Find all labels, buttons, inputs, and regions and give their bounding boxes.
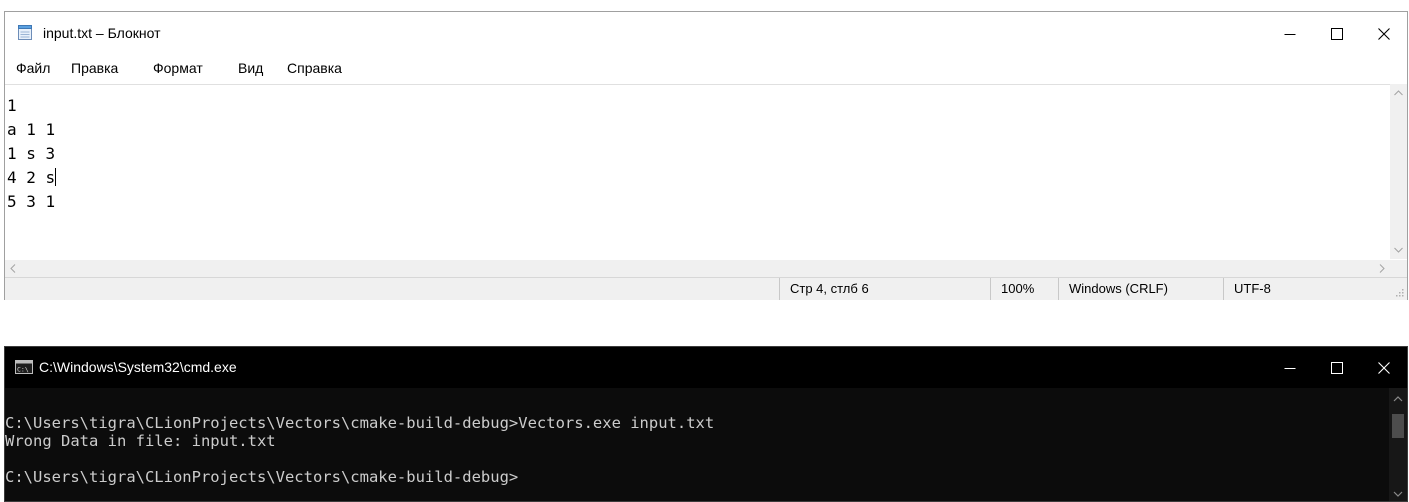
notepad-title: input.txt – Блокнот [43,25,161,41]
scrollbar-corner [1390,260,1407,277]
maximize-icon [1330,361,1343,374]
menu-help[interactable]: Справка [287,60,342,76]
text-line-2: a 1 1 [7,120,56,139]
notepad-maximize-button[interactable] [1313,12,1360,55]
notepad-window: input.txt – Блокнот Файл Правка Формат В… [4,11,1408,300]
text-line-5: 5 3 1 [7,192,56,211]
cmd-scroll-thumb[interactable] [1392,414,1404,438]
menu-file[interactable]: Файл [16,60,50,76]
console-line-2: Wrong Data in file: input.txt [5,432,276,450]
text-line-1: 1 [7,96,17,115]
scroll-down-arrow-icon[interactable] [1394,247,1403,253]
status-line-ending: Windows (CRLF) [1058,278,1223,300]
console-line-4: C:\Users\tigra\CLionProjects\Vectors\cma… [5,468,519,486]
notepad-menu-bar: Файл Правка Формат Вид Справка [5,56,1407,82]
cmd-minimize-button[interactable] [1266,347,1313,388]
notepad-text-area[interactable]: 1 a 1 1 1 s 3 4 2 s 5 3 1 [5,84,1407,260]
text-line-3: 1 s 3 [7,144,56,163]
resize-grip-icon[interactable] [1394,287,1404,297]
scroll-down-arrow-icon[interactable] [1393,491,1403,497]
close-icon [1377,361,1390,374]
cmd-title-bar[interactable]: C:\ C:\Windows\System32\cmd.exe [5,347,1407,388]
minimize-icon [1284,33,1295,35]
notepad-status-bar: Стр 4, стлб 6 100% Windows (CRLF) UTF-8 [5,277,1407,300]
menu-format[interactable]: Формат [153,60,203,76]
maximize-icon [1330,27,1343,40]
svg-text:C:\: C:\ [17,366,29,374]
notepad-close-button[interactable] [1360,12,1407,55]
scroll-right-arrow-icon[interactable] [1379,264,1385,273]
cmd-icon: C:\ [15,360,33,374]
minimize-icon [1284,367,1295,369]
cmd-console-output[interactable]: C:\Users\tigra\CLionProjects\Vectors\cma… [5,388,1389,501]
notepad-minimize-button[interactable] [1266,12,1313,55]
text-line-4: 4 2 s [7,168,56,187]
menu-view[interactable]: Вид [238,60,263,76]
cmd-maximize-button[interactable] [1313,347,1360,388]
notepad-horizontal-scrollbar[interactable] [5,260,1407,277]
console-line-1: C:\Users\tigra\CLionProjects\Vectors\cma… [5,414,715,432]
text-line-4-wrap: 4 2 s [7,167,57,189]
status-zoom: 100% [990,278,1058,300]
cmd-title: C:\Windows\System32\cmd.exe [39,359,237,375]
cmd-close-button[interactable] [1360,347,1407,388]
status-encoding: UTF-8 [1223,278,1408,300]
notepad-vertical-scrollbar[interactable] [1390,84,1407,259]
scroll-left-arrow-icon[interactable] [10,264,16,273]
notepad-icon [18,25,32,40]
scroll-up-arrow-icon[interactable] [1393,396,1403,402]
text-caret [55,168,57,186]
status-cursor-position: Стр 4, стлб 6 [779,278,990,300]
notepad-title-bar[interactable]: input.txt – Блокнот [5,12,1407,55]
scroll-up-arrow-icon[interactable] [1394,90,1403,96]
cmd-window: C:\ C:\Windows\System32\cmd.exe C:\Users… [4,346,1408,502]
menu-edit[interactable]: Правка [71,60,118,76]
close-icon [1377,27,1390,40]
cmd-vertical-scrollbar[interactable] [1389,388,1407,501]
